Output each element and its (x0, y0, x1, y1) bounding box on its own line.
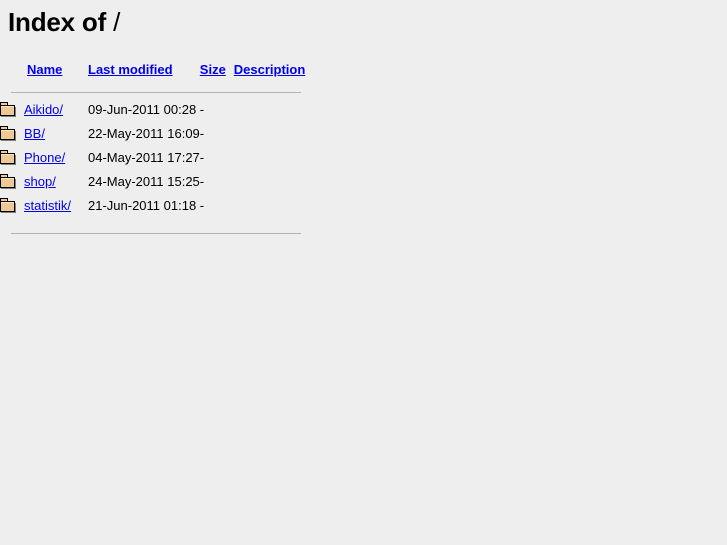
column-header-size: Size (200, 60, 234, 81)
row-size-cell: - (199, 198, 205, 213)
directory-listing: Name Last modified Size Description Aiki… (0, 60, 727, 240)
sort-by-description-link[interactable]: Description (234, 62, 306, 77)
row-last-modified-cell: 21-Jun-2011 01:18 (88, 198, 197, 213)
directory-link[interactable]: Aikido/ (24, 102, 63, 117)
sort-by-name-link[interactable]: Name (27, 62, 62, 77)
table-row: Aikido/09-Jun-2011 00:28- (0, 98, 314, 122)
row-size-cell: - (199, 174, 205, 189)
page-title-prefix: Index of (8, 7, 107, 37)
table-body: Aikido/09-Jun-2011 00:28- BB/22-May-2011 … (0, 98, 314, 218)
footer-separator-row (0, 218, 314, 240)
row-name-cell: shop/ (24, 170, 88, 194)
folder-icon (0, 174, 16, 189)
column-header-name: Name (24, 60, 88, 81)
row-last-modified-cell: 24-May-2011 15:25 (88, 174, 200, 189)
page-title-path: / (113, 7, 121, 37)
row-icon-cell (0, 170, 24, 194)
directory-index-page: { "page": { "title_prefix": "Index of", … (0, 0, 727, 545)
table-row: Phone/04-May-2011 17:27- (0, 146, 314, 170)
column-header-description: Description (234, 60, 314, 81)
row-icon-cell (0, 146, 24, 170)
row-name-cell: Aikido/ (24, 98, 88, 122)
row-icon-cell (0, 194, 24, 218)
directory-link[interactable]: BB/ (24, 126, 45, 141)
row-last-modified-cell: 22-May-2011 16:09 (88, 126, 200, 141)
row-name-cell: statistik/ (24, 194, 88, 218)
folder-icon (0, 126, 16, 141)
row-description-cell (234, 170, 314, 194)
row-last-modified-cell: 04-May-2011 17:27 (88, 150, 200, 165)
directory-index-table: Name Last modified Size Description Aiki… (0, 60, 314, 240)
column-header-icon (0, 60, 24, 81)
folder-icon (0, 198, 16, 213)
row-description-cell (234, 122, 314, 146)
table-header-row: Name Last modified Size Description (0, 60, 314, 81)
row-description-cell (234, 98, 314, 122)
folder-icon (0, 102, 16, 117)
folder-icon (0, 150, 16, 165)
table-row: statistik/21-Jun-2011 01:18- (0, 194, 314, 218)
horizontal-rule-bottom (11, 232, 301, 234)
row-size-cell: - (199, 150, 205, 165)
directory-link[interactable]: Phone/ (24, 150, 65, 165)
sort-by-size-link[interactable]: Size (200, 62, 226, 77)
row-name-cell: BB/ (24, 122, 88, 146)
row-icon-cell (0, 122, 24, 146)
column-header-last-modified: Last modified (88, 60, 200, 81)
row-name-cell: Phone/ (24, 146, 88, 170)
sort-by-last-modified-link[interactable]: Last modified (88, 62, 173, 77)
table-row: BB/22-May-2011 16:09- (0, 122, 314, 146)
row-description-cell (234, 194, 314, 218)
header-separator-cell (0, 81, 314, 98)
row-last-modified-cell: 09-Jun-2011 00:28 (88, 102, 197, 117)
directory-link[interactable]: statistik/ (24, 198, 71, 213)
row-size-cell: - (199, 102, 205, 117)
header-separator-row (0, 81, 314, 98)
row-size-cell: - (199, 126, 205, 141)
row-description-cell (234, 146, 314, 170)
directory-link[interactable]: shop/ (24, 174, 56, 189)
table-row: shop/24-May-2011 15:25- (0, 170, 314, 194)
page-title: Index of / (8, 7, 120, 37)
row-icon-cell (0, 98, 24, 122)
footer-separator-cell (0, 218, 314, 240)
horizontal-rule-top (11, 91, 301, 93)
